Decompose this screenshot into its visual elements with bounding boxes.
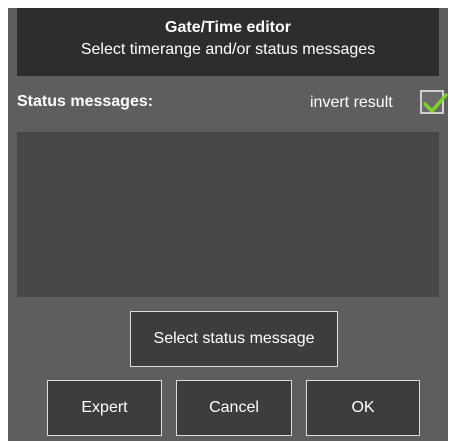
checkmark-icon <box>423 93 448 113</box>
expert-button[interactable]: Expert <box>47 380 162 436</box>
cancel-button[interactable]: Cancel <box>176 380 292 436</box>
invert-result-checkbox[interactable] <box>420 90 448 114</box>
status-messages-label: Status messages: <box>17 93 154 110</box>
select-status-message-button[interactable]: Select status message <box>130 311 338 367</box>
gate-time-editor-dialog: Gate/Time editor Select timerange and/or… <box>8 8 448 441</box>
ok-button[interactable]: OK <box>306 380 420 436</box>
dialog-header: Gate/Time editor Select timerange and/or… <box>17 8 439 76</box>
dialog-title: Gate/Time editor <box>165 19 291 36</box>
status-messages-list[interactable] <box>17 132 439 297</box>
dialog-subtitle: Select timerange and/or status messages <box>80 41 376 58</box>
invert-result-label[interactable]: invert result <box>310 93 393 113</box>
